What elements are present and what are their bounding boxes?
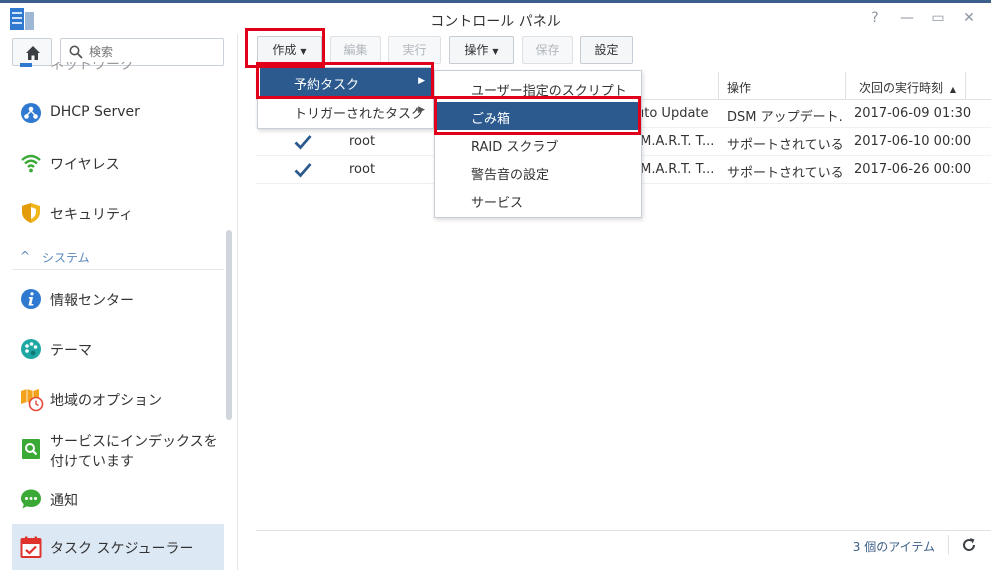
create-label: 作成	[272, 43, 297, 57]
menu-item-label: 予約タスク	[294, 78, 360, 93]
action-cell: DSM アップデート...	[727, 110, 842, 125]
close-button[interactable]: ✕	[960, 9, 978, 27]
menu-item-scheduled-task[interactable]: 予約タスク ▶	[260, 68, 431, 96]
info-icon	[20, 288, 42, 310]
sidebar-item-theme[interactable]: テーマ	[12, 326, 224, 372]
task-cell: .M.A.R.T. T...	[636, 162, 715, 177]
sidebar-item-security[interactable]: セキュリティ	[12, 190, 224, 236]
dhcp-server-icon	[20, 102, 42, 124]
section-title: システム	[42, 251, 90, 265]
action-cell: サポートされている...	[727, 166, 842, 181]
action-button[interactable]: 操作 ▼	[449, 36, 514, 64]
sidebar-scrollbar[interactable]	[226, 230, 232, 420]
sidebar-item-wireless[interactable]: ワイヤレス	[12, 140, 224, 186]
column-separator	[965, 72, 966, 100]
sidebar-item-label: テーマ	[50, 343, 92, 359]
run-button[interactable]: 実行	[388, 36, 441, 64]
minimize-button[interactable]: —	[898, 9, 916, 27]
sidebar-item-label: ネットワーク	[50, 62, 134, 72]
regional-clock-icon	[20, 388, 44, 412]
item-count: 3 個のアイテム	[852, 540, 935, 554]
checkmark-icon	[294, 163, 312, 178]
enabled-checkbox[interactable]	[294, 161, 312, 179]
title-bar: コントロール パネル ? — ▭ ✕	[0, 3, 991, 34]
sidebar-item-info-center[interactable]: 情報センター	[12, 276, 224, 322]
next-run-label: 次回の実行時刻	[859, 81, 944, 95]
sidebar-item-label: 通知	[50, 493, 78, 509]
maximize-button[interactable]: ▭	[929, 9, 947, 27]
refresh-icon	[963, 538, 976, 551]
menu-item-service[interactable]: サービス	[437, 186, 639, 214]
next-run-cell: 2017-06-26 00:00	[854, 162, 972, 177]
menu-item-label: トリガーされたタスク	[294, 107, 425, 122]
save-button[interactable]: 保存	[522, 36, 573, 64]
menu-item-label: ごみ箱	[471, 112, 511, 127]
edit-button[interactable]: 編集	[330, 36, 381, 64]
help-button[interactable]: ?	[866, 9, 884, 27]
home-icon	[26, 46, 40, 60]
shield-icon	[20, 202, 42, 224]
action-cell: サポートされている...	[727, 138, 842, 153]
menu-item-recycle-bin[interactable]: ごみ箱	[437, 102, 639, 130]
menu-item-label: ユーザー指定のスクリプト	[471, 84, 627, 99]
owner-cell: root	[349, 162, 376, 177]
chevron-right-icon: ▶	[418, 76, 425, 86]
sidebar-item-regional-options[interactable]: 地域のオプション	[12, 376, 224, 422]
sidebar-item-task-scheduler[interactable]: タスク スケジューラー	[12, 524, 224, 570]
palette-icon	[20, 338, 42, 360]
sidebar-item-label: 地域のオプション	[50, 393, 162, 409]
sidebar-item-label: サービスにインデックスを付けています	[50, 434, 218, 470]
menu-item-user-script[interactable]: ユーザー指定のスクリプト	[437, 74, 639, 102]
window-title: コントロール パネル	[430, 14, 561, 30]
column-separator	[718, 72, 719, 100]
create-menu: 予約タスク ▶ トリガーされたタスク ▶	[257, 67, 434, 129]
caret-down-icon: ▼	[492, 47, 499, 56]
checkmark-icon	[294, 135, 312, 150]
sidebar-item-dhcp-server[interactable]: DHCP Server	[12, 90, 224, 136]
search-input[interactable]	[89, 42, 219, 62]
sidebar-section-system[interactable]: ^ システム	[12, 246, 224, 270]
search-icon	[69, 45, 83, 59]
create-button[interactable]: 作成 ▼	[257, 36, 322, 64]
sidebar: ネットワーク DHCP Server ワイヤレス セキュリティ ^ システム 情…	[0, 34, 238, 570]
calendar-check-icon	[20, 536, 42, 558]
sidebar-item-cut[interactable]: ネットワーク	[20, 62, 140, 72]
action-label: 操作	[464, 43, 489, 57]
task-cell: .M.A.R.T. T...	[636, 134, 715, 149]
next-run-cell: 2017-06-10 00:00	[854, 134, 972, 149]
sidebar-item-label: セキュリティ	[50, 207, 134, 223]
grid-footer: 3 個のアイテム	[256, 530, 991, 558]
menu-item-triggered-task[interactable]: トリガーされたタスク ▶	[260, 97, 431, 125]
enabled-checkbox[interactable]	[294, 133, 312, 151]
scheduled-task-submenu: ユーザー指定のスクリプト ごみ箱 RAID スクラブ 警告音の設定 サービス	[434, 70, 642, 218]
column-separator	[845, 72, 846, 100]
menu-item-label: RAID スクラブ	[471, 140, 559, 155]
task-cell: uto Update	[636, 106, 709, 121]
sidebar-item-label: DHCP Server	[50, 104, 140, 120]
indexing-search-icon	[20, 438, 42, 460]
sidebar-item-label: ワイヤレス	[50, 157, 120, 173]
chat-bubble-icon	[20, 488, 42, 510]
settings-button[interactable]: 設定	[580, 36, 633, 64]
wifi-icon	[20, 152, 42, 174]
column-header-next-run[interactable]: 次回の実行時刻 ▲	[859, 79, 956, 96]
sidebar-item-label: タスク スケジューラー	[50, 541, 194, 557]
menu-item-raid-scrub[interactable]: RAID スクラブ	[437, 130, 639, 158]
menu-item-label: 警告音の設定	[471, 168, 550, 183]
sidebar-item-label: 情報センター	[50, 293, 134, 309]
caret-down-icon: ▼	[300, 47, 307, 56]
chevron-up-icon: ^	[20, 249, 31, 263]
network-icon	[20, 63, 32, 67]
footer-separator	[948, 535, 949, 555]
sidebar-item-indexing-service[interactable]: サービスにインデックスを付けています	[12, 426, 224, 472]
column-header-action[interactable]: 操作	[727, 79, 751, 96]
menu-item-beep-settings[interactable]: 警告音の設定	[437, 158, 639, 186]
refresh-button[interactable]	[961, 537, 977, 553]
chevron-right-icon: ▶	[418, 105, 425, 115]
next-run-cell: 2017-06-09 01:30	[854, 106, 972, 121]
sort-ascending-icon: ▲	[949, 85, 956, 94]
menu-item-label: サービス	[471, 196, 524, 211]
sidebar-item-notification[interactable]: 通知	[12, 476, 224, 522]
owner-cell: root	[349, 134, 376, 149]
